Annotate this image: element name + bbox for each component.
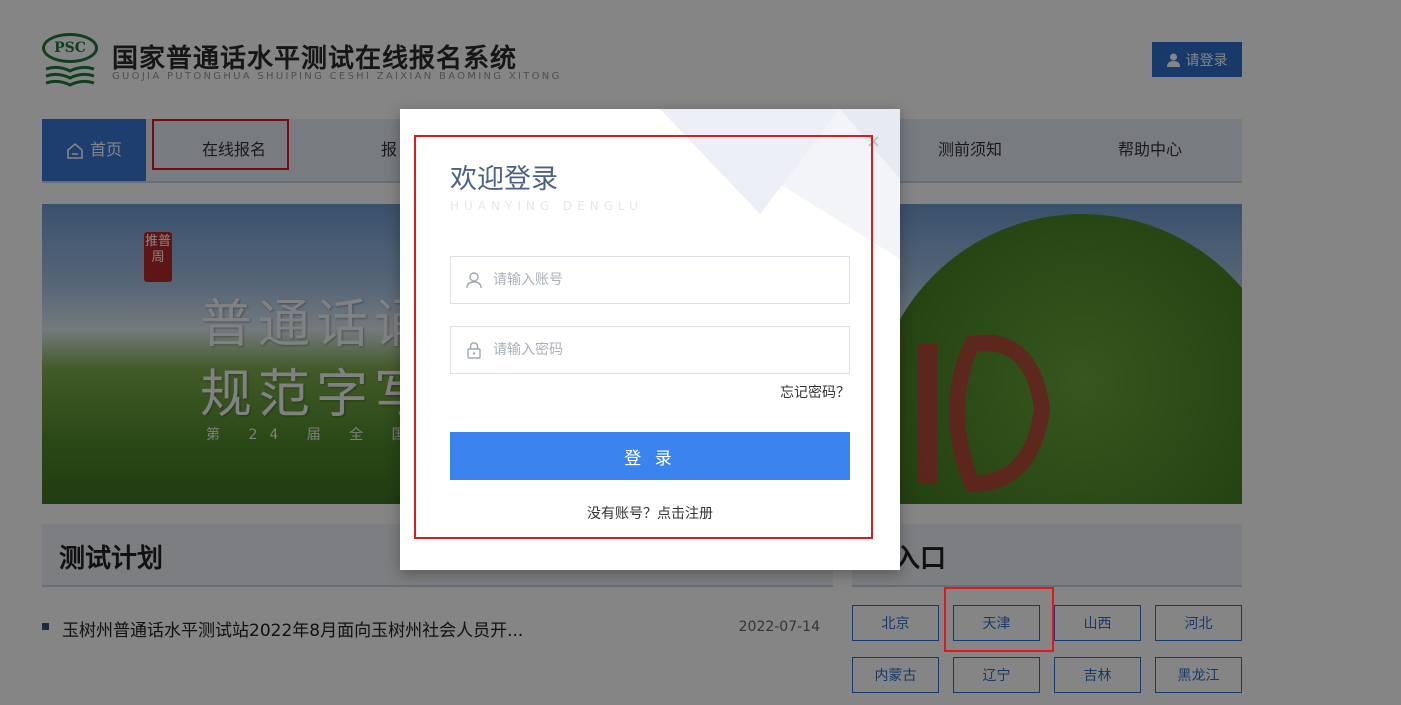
highlight-login-form (414, 135, 873, 539)
highlight-tianjin (944, 587, 1054, 652)
page: PSC 国家普通话水平测试在线报名系统 GUOJIA PUTONGHUA SHU… (0, 0, 1401, 705)
